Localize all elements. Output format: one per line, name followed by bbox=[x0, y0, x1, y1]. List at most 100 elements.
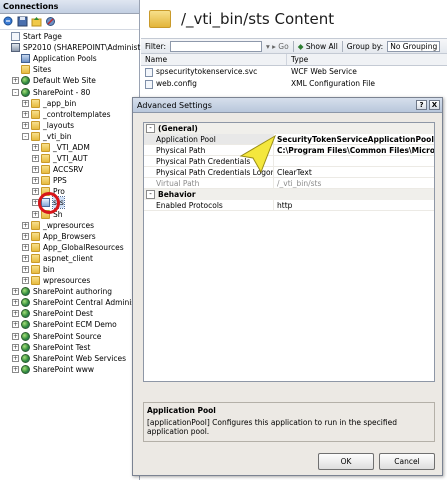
filter-input[interactable] bbox=[169, 40, 262, 52]
expander-icon[interactable]: - bbox=[22, 132, 29, 140]
tree-node[interactable]: Sites bbox=[0, 64, 139, 75]
connect-icon[interactable] bbox=[3, 16, 14, 27]
expander-icon[interactable]: + bbox=[32, 188, 39, 196]
tree-node[interactable]: + aspnet_client bbox=[0, 253, 139, 264]
connections-tree: Start Page SP2010 (SHAREPOINT\Administrat… bbox=[0, 30, 172, 375]
expander-icon[interactable]: + bbox=[12, 310, 19, 318]
expander-icon[interactable]: + bbox=[22, 232, 29, 240]
tree-node[interactable]: + _app_bin bbox=[0, 98, 139, 109]
tree-node[interactable]: + SharePoint ECM Demo bbox=[0, 319, 139, 330]
cancel-button[interactable]: Cancel bbox=[379, 453, 435, 470]
collapse-icon[interactable]: - bbox=[146, 190, 155, 199]
tree-node[interactable]: + sts bbox=[0, 196, 139, 210]
expander-icon[interactable]: + bbox=[22, 243, 29, 251]
property-row[interactable]: Physical Path C:\Program Files\Common Fil… bbox=[144, 145, 434, 156]
expander-icon[interactable]: + bbox=[32, 143, 39, 151]
group-by-select[interactable]: No Grouping bbox=[387, 40, 441, 52]
tree-node[interactable]: + _wpresources bbox=[0, 220, 139, 231]
expander-icon[interactable]: + bbox=[12, 332, 19, 340]
page-title: /_vti_bin/sts Content bbox=[181, 10, 335, 28]
expander-icon[interactable]: + bbox=[32, 166, 39, 174]
tree-node-label: bin bbox=[43, 265, 55, 275]
expander-icon[interactable]: + bbox=[12, 343, 19, 351]
tree-node[interactable]: + ACCSRV bbox=[0, 164, 139, 175]
list-item-name: spsecuritytokenservice.svc bbox=[156, 67, 258, 76]
tree-node[interactable]: Application Pools bbox=[0, 53, 139, 64]
column-header-name[interactable]: Name bbox=[141, 54, 287, 65]
property-row[interactable]: Physical Path Credentials bbox=[144, 156, 434, 167]
tree-node[interactable]: + Default Web Site bbox=[0, 75, 139, 86]
help-button[interactable]: ? bbox=[416, 100, 427, 110]
expander-icon[interactable]: + bbox=[22, 254, 29, 262]
tree-node[interactable]: + bin bbox=[0, 264, 139, 275]
tree-node[interactable]: + SharePoint Central Administration v4 bbox=[0, 297, 172, 308]
highlight-ring-icon bbox=[38, 192, 60, 214]
tree-node[interactable]: + SharePoint Web Services bbox=[0, 353, 139, 364]
tree-node-label: _wpresources bbox=[43, 220, 94, 230]
tree-node[interactable]: + wpresources bbox=[0, 275, 139, 286]
tree-node[interactable]: + Sh bbox=[0, 209, 139, 220]
up-icon[interactable] bbox=[31, 16, 42, 27]
tree-node[interactable]: + SharePoint Source bbox=[0, 331, 139, 342]
tree-node[interactable]: - _vti_bin bbox=[0, 131, 139, 142]
property-row[interactable]: Virtual Path/_vti_bin/sts bbox=[144, 178, 434, 189]
tree-node[interactable]: + _controltemplates bbox=[0, 109, 139, 120]
expander-icon[interactable]: + bbox=[12, 299, 19, 307]
expander-icon[interactable]: + bbox=[22, 221, 29, 229]
tree-node[interactable]: + _VTI_AUT bbox=[0, 153, 139, 164]
globe-icon bbox=[21, 298, 30, 308]
expander-icon[interactable]: + bbox=[12, 77, 19, 85]
toolbar-separator bbox=[292, 40, 294, 52]
expander-icon[interactable]: + bbox=[12, 321, 19, 329]
list-item[interactable]: web.config XML Configuration File bbox=[141, 78, 447, 90]
property-category[interactable]: - Behavior bbox=[144, 189, 434, 200]
tree-node[interactable]: + App_GlobalResources bbox=[0, 242, 139, 253]
tree-node[interactable]: + PPS bbox=[0, 175, 139, 186]
expander-icon[interactable]: + bbox=[22, 121, 29, 129]
property-value[interactable]: C:\Program Files\Common Files\Micro bbox=[274, 145, 434, 155]
property-row[interactable]: Physical Path Credentials Logon TypeClea… bbox=[144, 167, 434, 178]
expander-icon[interactable]: + bbox=[22, 110, 29, 118]
property-value[interactable] bbox=[274, 156, 434, 166]
property-category[interactable]: - (General) bbox=[144, 123, 434, 134]
expander-icon[interactable]: + bbox=[12, 365, 19, 373]
list-header: Name Type bbox=[141, 54, 447, 66]
tree-node[interactable]: + App_Browsers bbox=[0, 231, 139, 242]
property-value[interactable]: http bbox=[274, 200, 434, 210]
collapse-icon[interactable]: - bbox=[146, 124, 155, 133]
property-value[interactable]: SecurityTokenServiceApplicationPool bbox=[274, 134, 434, 144]
expander-icon[interactable]: + bbox=[12, 354, 19, 362]
save-icon[interactable] bbox=[17, 16, 28, 27]
disconnect-icon[interactable] bbox=[45, 16, 56, 27]
property-row[interactable]: Application Pool SecurityTokenServiceAppl… bbox=[144, 134, 434, 145]
tree-node[interactable]: + SharePoint Dest bbox=[0, 308, 139, 319]
property-value[interactable]: /_vti_bin/sts bbox=[274, 178, 434, 188]
tree-node[interactable]: - SharePoint - 80 bbox=[0, 86, 139, 97]
tree-node[interactable]: SP2010 (SHAREPOINT\Administrator) bbox=[0, 42, 162, 53]
expander-icon[interactable]: + bbox=[32, 210, 39, 218]
tree-node[interactable]: + SharePoint Test bbox=[0, 342, 139, 353]
expander-icon[interactable]: + bbox=[22, 99, 29, 107]
connections-title: Connections bbox=[0, 0, 139, 14]
property-value[interactable]: ClearText bbox=[274, 167, 434, 177]
expander-icon[interactable]: + bbox=[22, 266, 29, 274]
tree-node[interactable]: + SharePoint authoring bbox=[0, 286, 139, 297]
ok-button[interactable]: OK bbox=[318, 453, 374, 470]
close-button[interactable]: X bbox=[429, 100, 440, 110]
expander-icon[interactable]: + bbox=[32, 155, 39, 163]
tree-node[interactable]: + _VTI_ADM bbox=[0, 142, 139, 153]
tree-node[interactable]: + Pro bbox=[0, 186, 139, 197]
show-all-button[interactable]: ◆ Show All bbox=[298, 42, 338, 51]
expander-icon[interactable]: - bbox=[12, 88, 19, 96]
tree-node[interactable]: + _layouts bbox=[0, 120, 139, 131]
tree-node[interactable]: + SharePoint www bbox=[0, 364, 139, 375]
folder-icon bbox=[41, 154, 50, 164]
expander-icon[interactable]: + bbox=[32, 177, 39, 185]
column-header-type[interactable]: Type bbox=[287, 54, 308, 65]
expander-icon[interactable]: + bbox=[12, 288, 19, 296]
tree-node[interactable]: Start Page bbox=[0, 31, 139, 42]
expander-icon[interactable]: + bbox=[22, 277, 29, 285]
list-item[interactable]: spsecuritytokenservice.svc WCF Web Servic… bbox=[141, 66, 447, 78]
go-button[interactable]: ▾ ▸ Go bbox=[266, 42, 289, 51]
property-row[interactable]: Enabled Protocols http bbox=[144, 200, 434, 211]
